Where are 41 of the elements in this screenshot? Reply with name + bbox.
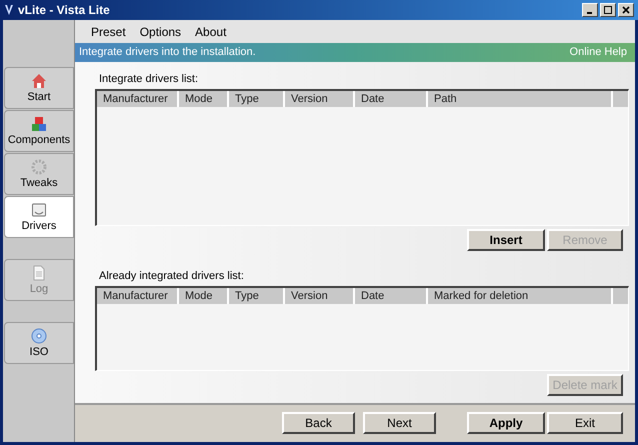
column-header[interactable]: Type: [229, 91, 285, 107]
maximize-button[interactable]: [600, 3, 616, 17]
close-button[interactable]: [618, 3, 634, 17]
column-header[interactable]: Manufacturer: [97, 288, 179, 304]
column-header[interactable]: Version: [285, 288, 355, 304]
push-button[interactable]: Exit: [547, 412, 623, 434]
gear-icon: [31, 159, 47, 175]
logo-icon: [4, 4, 14, 16]
column-header[interactable]: Type: [229, 288, 285, 304]
column-header[interactable]: Date: [355, 91, 428, 107]
menu-item[interactable]: Preset: [85, 22, 132, 40]
window-title: vLite - Vista Lite: [18, 2, 111, 19]
list-view[interactable]: Manufacturer Mode Type Version Date Path: [95, 89, 629, 226]
push-button[interactable]: Insert: [467, 229, 545, 251]
maximize-icon: [604, 6, 612, 14]
menu-item[interactable]: About: [189, 22, 232, 40]
banner-text: Integrate drivers into the installation.: [79, 45, 256, 60]
column-header[interactable]: Manufacturer: [97, 91, 179, 107]
disc-icon: [31, 328, 47, 344]
drive-icon: [31, 202, 47, 218]
sidebar-tab[interactable]: Drivers: [4, 196, 74, 238]
push-button[interactable]: Apply: [467, 412, 545, 434]
column-header[interactable]: Mode: [179, 288, 229, 304]
blocks-icon: [31, 116, 47, 132]
column-header[interactable]: Mode: [179, 91, 229, 107]
sidebar-tab[interactable]: Tweaks: [4, 153, 74, 195]
menu-item[interactable]: Options: [134, 22, 188, 40]
list-label: Already integrated drivers list:: [99, 269, 245, 283]
push-button[interactable]: Next: [363, 412, 436, 434]
sidebar-tab[interactable]: ISO: [4, 322, 74, 364]
house-icon: [31, 73, 47, 89]
push-button[interactable]: Back: [282, 412, 355, 434]
list-label: Integrate drivers list:: [99, 72, 200, 86]
sidebar-tab[interactable]: Start: [4, 67, 74, 109]
list-view[interactable]: Manufacturer Mode Type Version Date Marked for deletion: [95, 286, 629, 371]
column-header[interactable]: Version: [285, 91, 355, 107]
minimize-button[interactable]: [582, 3, 598, 17]
column-header[interactable]: Date: [355, 288, 428, 304]
document-icon: [31, 265, 47, 281]
sidebar-tab[interactable]: Components: [4, 110, 74, 152]
close-icon: [622, 6, 630, 14]
